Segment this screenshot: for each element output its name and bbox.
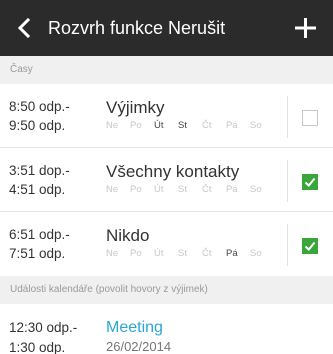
day-thursday: Čt bbox=[202, 184, 212, 195]
day-sunday: Ne bbox=[106, 248, 119, 259]
plus-icon bbox=[295, 18, 316, 38]
schedule-row[interactable]: 3:51 dop.- 4:51 odp. Všechny kontakty Ne… bbox=[0, 148, 333, 212]
day-monday: Po bbox=[130, 248, 142, 259]
enable-checkbox[interactable] bbox=[302, 238, 318, 254]
day-sunday: Ne bbox=[106, 184, 119, 195]
weekday-list: Ne Po Út St Čt Pá So bbox=[106, 120, 276, 134]
section-header-label: Časy bbox=[10, 64, 33, 75]
weekday-list: Ne Po Út St Čt Pá So bbox=[106, 184, 276, 198]
app-bar: Rozvrh funkce Nerušit bbox=[0, 0, 333, 56]
page-title: Rozvrh funkce Nerušit bbox=[48, 18, 226, 38]
schedule-name: Výjimky bbox=[106, 98, 165, 117]
end-time: 9:50 odp. bbox=[9, 118, 66, 133]
day-friday: Pá bbox=[226, 248, 238, 259]
enable-checkbox[interactable] bbox=[302, 174, 318, 190]
schedule-row[interactable]: 6:51 odp.- 7:51 odp. Nikdo Ne Po Út St Č… bbox=[0, 212, 333, 276]
divider bbox=[287, 224, 288, 266]
weekday-list: Ne Po Út St Čt Pá So bbox=[106, 248, 276, 262]
day-tuesday: Út bbox=[154, 248, 164, 259]
start-time: 8:50 odp.- bbox=[9, 99, 70, 114]
calendar-event-row[interactable]: 12:30 odp.- 1:30 odp. Meeting 26/02/2014 bbox=[0, 304, 333, 354]
checkmark-icon bbox=[304, 241, 316, 251]
schedule-name: Nikdo bbox=[106, 226, 150, 245]
event-title: Meeting bbox=[106, 319, 163, 336]
divider bbox=[287, 160, 288, 202]
section-header-calendar: Události kalendáře (povolit hovory z výj… bbox=[0, 276, 333, 304]
screen: Rozvrh funkce Nerušit Časy 8:50 odp.- 9:… bbox=[0, 0, 333, 354]
start-time: 6:51 odp.- bbox=[9, 227, 70, 242]
schedule-row[interactable]: 8:50 odp.- 9:50 odp. Výjimky Ne Po Út St… bbox=[0, 84, 333, 148]
event-date: 26/02/2014 bbox=[106, 339, 172, 354]
day-thursday: Čt bbox=[202, 120, 212, 131]
day-monday: Po bbox=[130, 120, 142, 131]
day-wednesday: St bbox=[178, 184, 187, 195]
day-wednesday: St bbox=[178, 120, 187, 131]
day-thursday: Čt bbox=[202, 248, 212, 259]
enable-checkbox[interactable] bbox=[302, 110, 318, 126]
day-wednesday: St bbox=[178, 248, 187, 259]
end-time: 4:51 odp. bbox=[9, 182, 66, 197]
day-sunday: Ne bbox=[106, 120, 119, 131]
day-saturday: So bbox=[250, 248, 262, 259]
section-header-times: Časy bbox=[0, 56, 333, 84]
add-schedule-button[interactable] bbox=[285, 8, 325, 48]
event-end-time: 1:30 odp. bbox=[9, 340, 66, 354]
section-header-label: Události kalendáře (povolit hovory z výj… bbox=[10, 284, 208, 295]
day-friday: Pá bbox=[226, 184, 238, 195]
divider bbox=[287, 96, 288, 138]
end-time: 7:51 odp. bbox=[9, 246, 66, 261]
checkmark-icon bbox=[304, 177, 316, 187]
day-tuesday: Út bbox=[154, 184, 164, 195]
day-tuesday: Út bbox=[154, 120, 164, 131]
schedule-name: Všechny kontakty bbox=[106, 162, 240, 181]
start-time: 3:51 dop.- bbox=[9, 163, 70, 178]
day-monday: Po bbox=[130, 184, 142, 195]
back-button[interactable] bbox=[6, 9, 44, 47]
day-saturday: So bbox=[250, 120, 262, 131]
chevron-left-icon bbox=[17, 17, 31, 39]
day-saturday: So bbox=[250, 184, 262, 195]
event-start-time: 12:30 odp.- bbox=[9, 320, 78, 335]
day-friday: Pá bbox=[226, 120, 238, 131]
